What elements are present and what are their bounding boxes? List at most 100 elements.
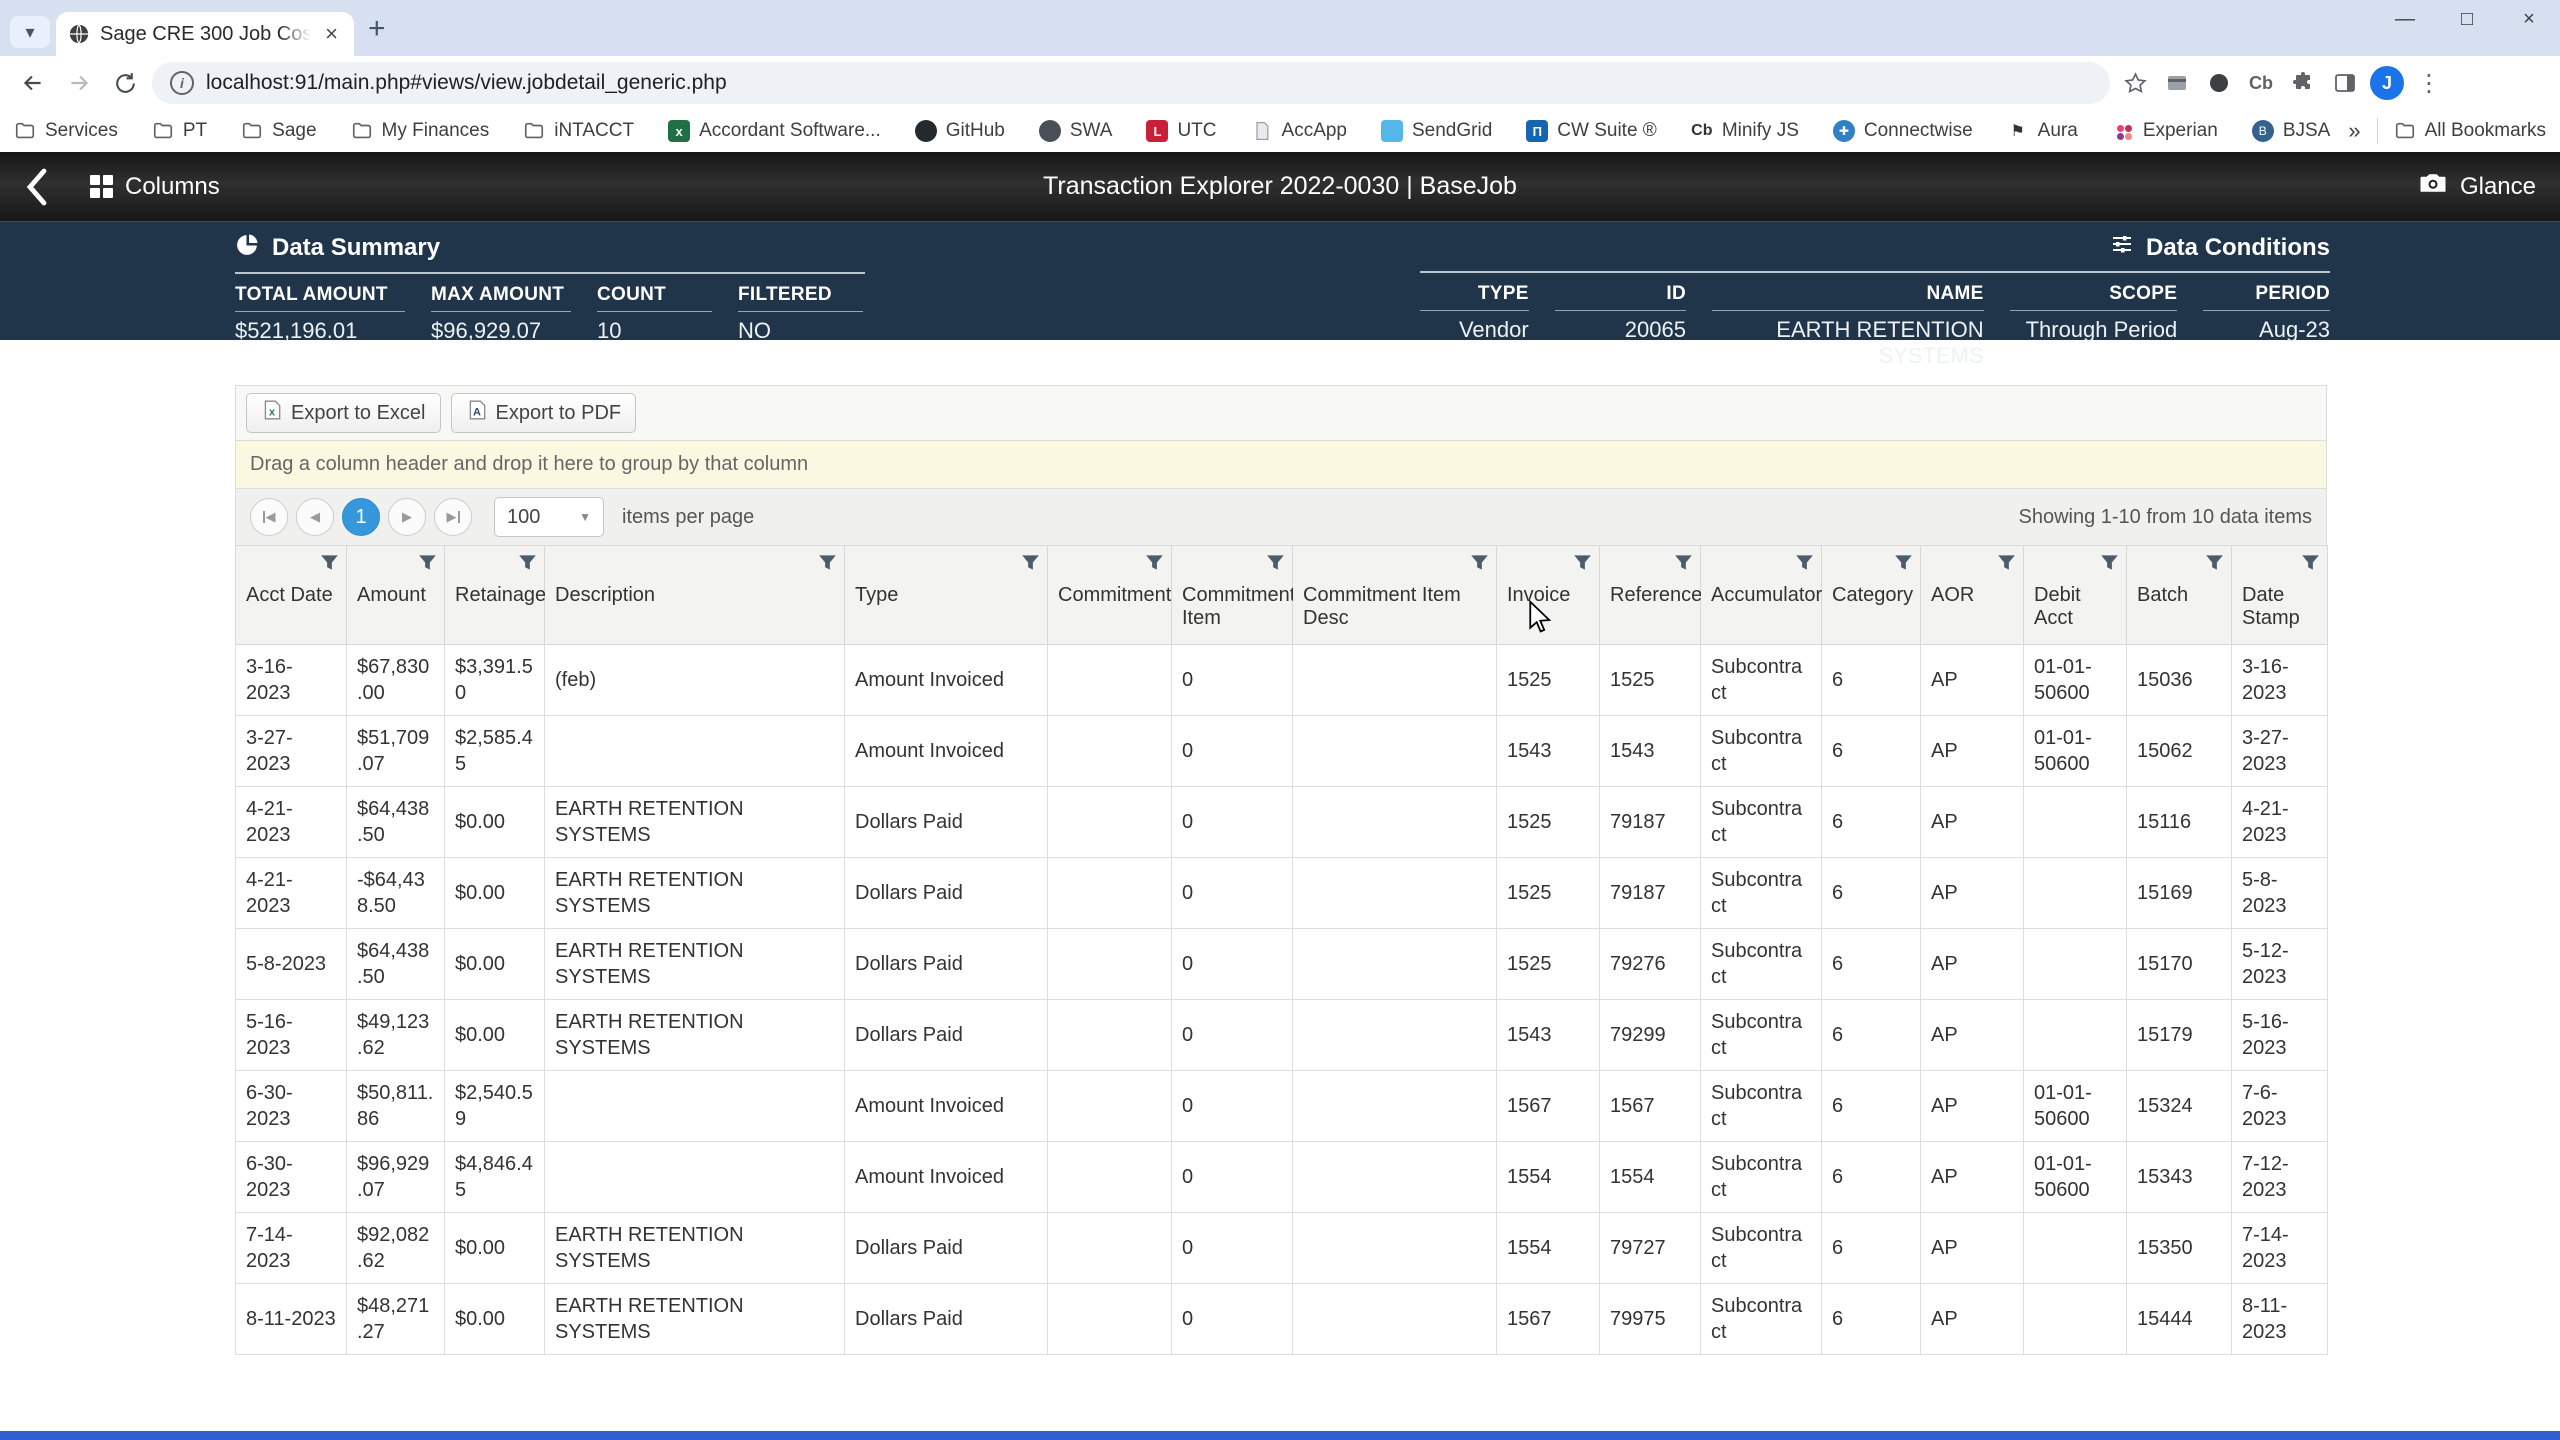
last-page-button[interactable]: ▶ bbox=[434, 498, 472, 536]
extensions-puzzle-icon[interactable] bbox=[2286, 66, 2320, 100]
table-cell bbox=[1048, 1213, 1172, 1284]
browser-tab[interactable]: Sage CRE 300 Job Cost Dashbo × bbox=[56, 12, 354, 56]
table-cell: 6-30-2023 bbox=[236, 1142, 347, 1213]
extension-circle-icon[interactable] bbox=[2202, 66, 2236, 100]
filter-funnel-icon[interactable] bbox=[320, 553, 339, 572]
bookmark-item[interactable]: ✚Connectwise bbox=[1833, 120, 1973, 142]
browser-menu-icon[interactable]: ⋮ bbox=[2412, 66, 2446, 100]
bookmark-item[interactable]: GitHub bbox=[915, 120, 1005, 142]
filter-funnel-icon[interactable] bbox=[1266, 553, 1285, 572]
filter-funnel-icon[interactable] bbox=[1573, 553, 1592, 572]
bookmark-item[interactable]: LUTC bbox=[1146, 120, 1216, 142]
pdf-file-icon: A bbox=[466, 399, 488, 427]
close-button[interactable]: × bbox=[2498, 0, 2560, 38]
column-header[interactable]: Commitment bbox=[1048, 546, 1172, 645]
maximize-button[interactable]: □ bbox=[2436, 0, 2498, 38]
tab-close-icon[interactable]: × bbox=[321, 21, 342, 47]
stat: ID20065 bbox=[1555, 283, 1686, 369]
camera-icon bbox=[2418, 168, 2448, 205]
table-cell: $2,540.59 bbox=[445, 1071, 545, 1142]
filter-funnel-icon[interactable] bbox=[1674, 553, 1693, 572]
bookmark-item[interactable]: My Finances bbox=[351, 120, 490, 142]
glance-button[interactable]: Glance bbox=[2418, 168, 2536, 205]
minimize-button[interactable]: — bbox=[2374, 0, 2436, 38]
table-cell: 5-12-2023 bbox=[2232, 929, 2328, 1000]
filter-funnel-icon[interactable] bbox=[418, 553, 437, 572]
filter-funnel-icon[interactable] bbox=[1997, 553, 2016, 572]
bookmark-item[interactable]: Experian bbox=[2112, 120, 2218, 142]
summary-stats: TOTAL AMOUNT$521,196.01MAX AMOUNT$96,929… bbox=[235, 284, 865, 344]
column-header[interactable]: Reference bbox=[1600, 546, 1701, 645]
filter-funnel-icon[interactable] bbox=[2205, 553, 2224, 572]
bookmark-item[interactable]: xAccordant Software... bbox=[668, 120, 881, 142]
extension-card-icon[interactable] bbox=[2160, 66, 2194, 100]
bookmark-item[interactable]: CbMinify JS bbox=[1691, 120, 1799, 142]
filter-funnel-icon[interactable] bbox=[1021, 553, 1040, 572]
column-header[interactable]: AOR bbox=[1921, 546, 2024, 645]
site-info-icon[interactable]: i bbox=[170, 71, 194, 95]
bookmark-item[interactable]: ⚑Aura bbox=[2007, 120, 2078, 142]
table-cell: Subcontract bbox=[1701, 787, 1822, 858]
export-pdf-button[interactable]: A Export to PDF bbox=[451, 393, 637, 433]
bookmark-item[interactable]: SendGrid bbox=[1381, 120, 1492, 142]
filter-funnel-icon[interactable] bbox=[518, 553, 537, 572]
bookmark-item[interactable]: ΠCW Suite ® bbox=[1526, 120, 1657, 142]
back-icon[interactable] bbox=[14, 64, 52, 102]
column-header[interactable]: Accumulator bbox=[1701, 546, 1822, 645]
bookmark-item[interactable]: Services bbox=[14, 120, 118, 142]
filter-funnel-icon[interactable] bbox=[818, 553, 837, 572]
column-header[interactable]: Commitment Item Desc bbox=[1293, 546, 1497, 645]
column-header[interactable]: Type bbox=[845, 546, 1048, 645]
table-cell: $0.00 bbox=[445, 1284, 545, 1355]
filter-funnel-icon[interactable] bbox=[1470, 553, 1489, 572]
filter-funnel-icon[interactable] bbox=[1894, 553, 1913, 572]
stat-label: COUNT bbox=[597, 284, 712, 312]
page-size-select[interactable]: 100 ▼ bbox=[494, 497, 604, 537]
column-header[interactable]: Description bbox=[545, 546, 845, 645]
filter-funnel-icon[interactable] bbox=[2100, 553, 2119, 572]
column-header[interactable]: Commitment Item bbox=[1172, 546, 1293, 645]
column-header[interactable]: Date Stamp bbox=[2232, 546, 2328, 645]
group-drop-zone[interactable]: Drag a column header and drop it here to… bbox=[235, 441, 2327, 488]
bookmark-star-icon[interactable] bbox=[2118, 66, 2152, 100]
data-conditions-heading[interactable]: Data Conditions bbox=[2146, 234, 2330, 262]
bookmark-item[interactable]: AccApp bbox=[1251, 120, 1347, 142]
profile-avatar[interactable]: J bbox=[2370, 66, 2404, 100]
bookmark-item[interactable]: Sage bbox=[241, 120, 316, 142]
columns-button[interactable]: Columns bbox=[90, 173, 220, 201]
tab-search-button[interactable]: ▾ bbox=[10, 16, 50, 48]
next-page-button[interactable]: ▶ bbox=[388, 498, 426, 536]
bookmark-item[interactable]: SWA bbox=[1039, 120, 1113, 142]
column-header[interactable]: Retainage bbox=[445, 546, 545, 645]
table-cell bbox=[545, 716, 845, 787]
column-header[interactable]: Category bbox=[1822, 546, 1921, 645]
previous-page-button[interactable]: ◀ bbox=[296, 498, 334, 536]
column-header[interactable]: Acct Date bbox=[236, 546, 347, 645]
url-bar[interactable]: i localhost:91/main.php#views/view.jobde… bbox=[152, 62, 2110, 104]
first-page-button[interactable]: ◀ bbox=[250, 498, 288, 536]
back-chevron-button[interactable] bbox=[24, 167, 48, 207]
bookmarks-overflow-icon[interactable]: » bbox=[2348, 118, 2360, 144]
filter-funnel-icon[interactable] bbox=[1145, 553, 1164, 572]
app-header: Columns Transaction Explorer 2022-0030 |… bbox=[0, 152, 2560, 222]
column-header[interactable]: Batch bbox=[2127, 546, 2232, 645]
export-excel-button[interactable]: x Export to Excel bbox=[246, 393, 441, 433]
filter-funnel-icon[interactable] bbox=[1795, 553, 1814, 572]
filter-funnel-icon[interactable] bbox=[2301, 553, 2320, 572]
bookmark-item[interactable]: BBJSA bbox=[2252, 120, 2331, 142]
new-tab-button[interactable]: + bbox=[368, 12, 386, 46]
bookmark-label: iNTACCT bbox=[554, 120, 634, 142]
column-header[interactable]: Amount bbox=[347, 546, 445, 645]
table-cell bbox=[2024, 1213, 2127, 1284]
forward-icon[interactable] bbox=[60, 64, 98, 102]
side-panel-icon[interactable] bbox=[2328, 66, 2362, 100]
extension-cb-icon[interactable]: Cb bbox=[2244, 66, 2278, 100]
table-cell: 15343 bbox=[2127, 1142, 2232, 1213]
current-page-button[interactable]: 1 bbox=[342, 498, 380, 536]
all-bookmarks-button[interactable]: All Bookmarks bbox=[2394, 120, 2546, 142]
bookmark-item[interactable]: iNTACCT bbox=[523, 120, 634, 142]
bookmark-item[interactable]: PT bbox=[152, 120, 207, 142]
reload-icon[interactable] bbox=[106, 64, 144, 102]
column-header[interactable]: Debit Acct bbox=[2024, 546, 2127, 645]
data-band: Data Summary TOTAL AMOUNT$521,196.01MAX … bbox=[0, 222, 2560, 340]
